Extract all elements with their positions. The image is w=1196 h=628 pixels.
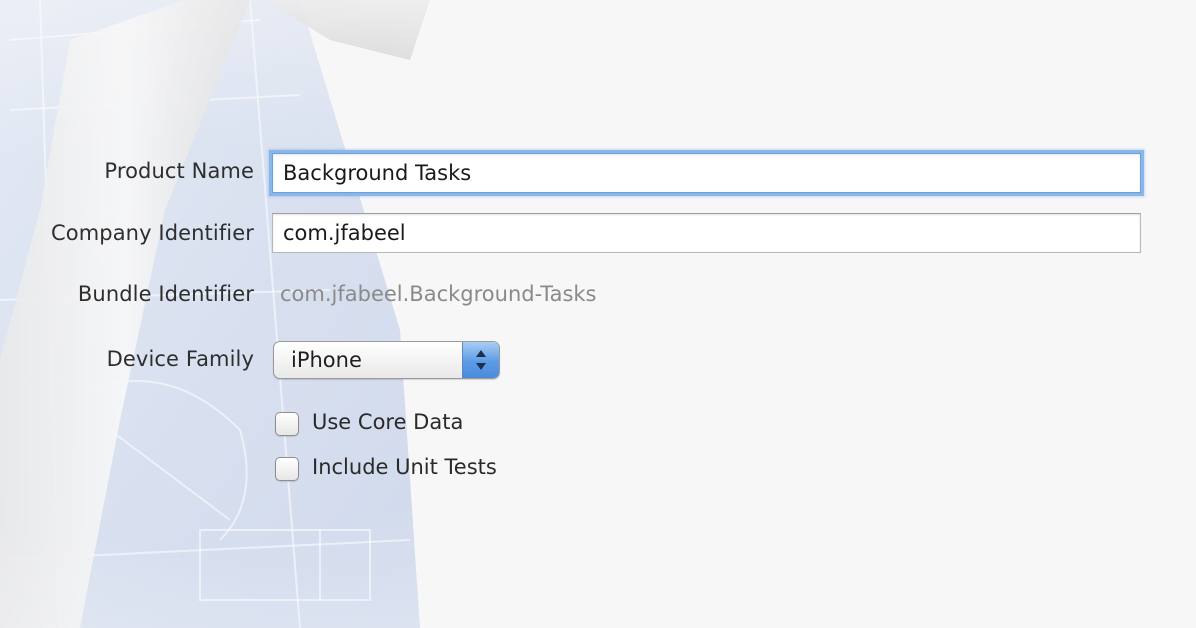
company-identifier-label: Company Identifier [51, 221, 254, 245]
company-identifier-field[interactable] [272, 213, 1141, 253]
include-unit-tests-label: Include Unit Tests [312, 455, 497, 479]
device-family-selected: iPhone [291, 348, 362, 372]
device-family-label: Device Family [106, 347, 254, 371]
xcode-hammer-blueprint-icon [0, 0, 1196, 628]
bundle-identifier-value: com.jfabeel.Background-Tasks [280, 282, 597, 306]
bundle-identifier-label: Bundle Identifier [77, 282, 254, 306]
new-project-options-sheet: Product Name Company Identifier Bundle I… [0, 0, 1196, 628]
include-unit-tests-checkbox[interactable] [275, 457, 299, 481]
product-name-field[interactable] [272, 153, 1141, 193]
product-name-label: Product Name [104, 159, 254, 183]
device-family-popup[interactable]: iPhone [273, 341, 500, 379]
up-down-arrows-icon [462, 342, 499, 378]
use-core-data-label: Use Core Data [312, 410, 464, 434]
use-core-data-checkbox[interactable] [275, 412, 299, 436]
